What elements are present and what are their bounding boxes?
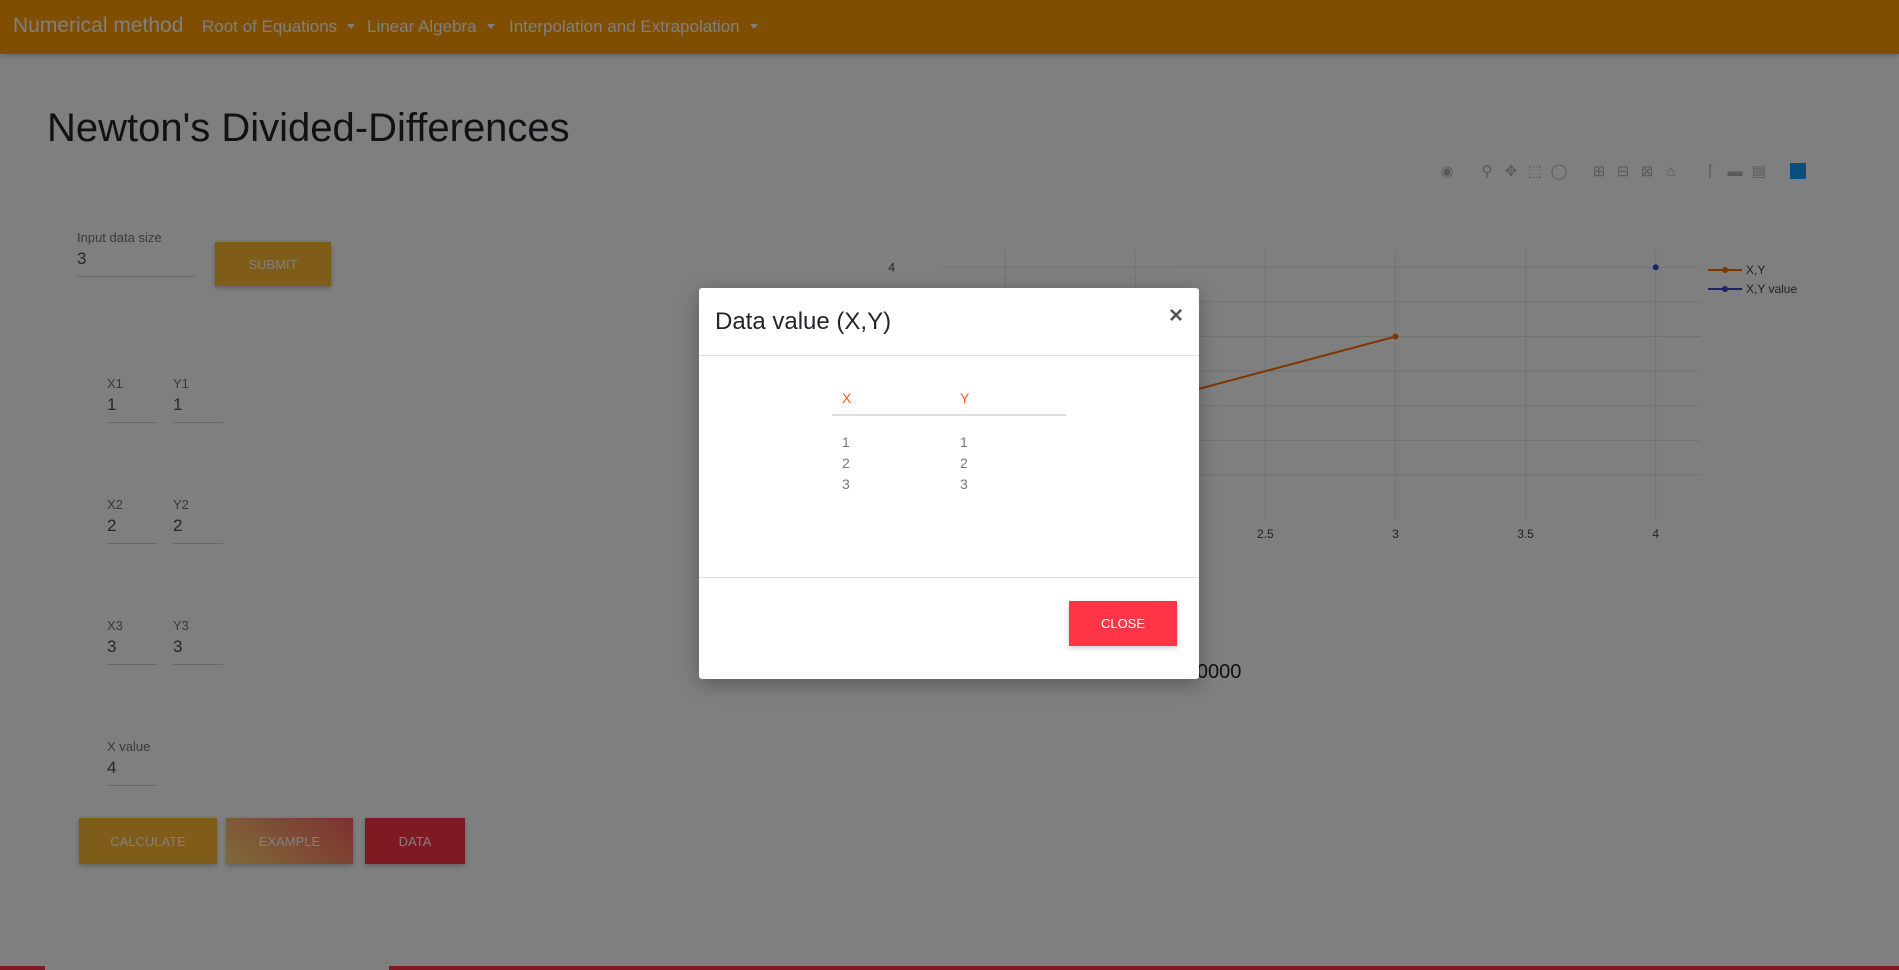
table-row: 2 2 (832, 453, 1066, 474)
modal-header: Data value (X,Y) × (699, 288, 1199, 356)
table-row: 1 1 (832, 432, 1066, 453)
table-cell-x: 3 (842, 476, 850, 492)
close-button[interactable]: CLOSE (1069, 601, 1177, 646)
data-modal: Data value (X,Y) × X Y 1 1 2 2 3 3 CLOSE (699, 288, 1199, 679)
table-cell-y: 1 (960, 434, 968, 450)
modal-body: X Y 1 1 2 2 3 3 (699, 356, 1199, 577)
table-row: 3 3 (832, 474, 1066, 495)
column-header-y: Y (960, 390, 970, 406)
table-cell-x: 1 (842, 434, 850, 450)
table-header: X Y (832, 376, 1066, 416)
column-header-x: X (842, 390, 852, 406)
table-cell-x: 2 (842, 455, 850, 471)
close-icon[interactable]: × (1169, 304, 1183, 328)
modal-footer: CLOSE (699, 577, 1199, 679)
data-table: X Y 1 1 2 2 3 3 (832, 376, 1066, 495)
table-cell-y: 3 (960, 476, 968, 492)
modal-title: Data value (X,Y) (715, 308, 892, 335)
table-cell-y: 2 (960, 455, 968, 471)
